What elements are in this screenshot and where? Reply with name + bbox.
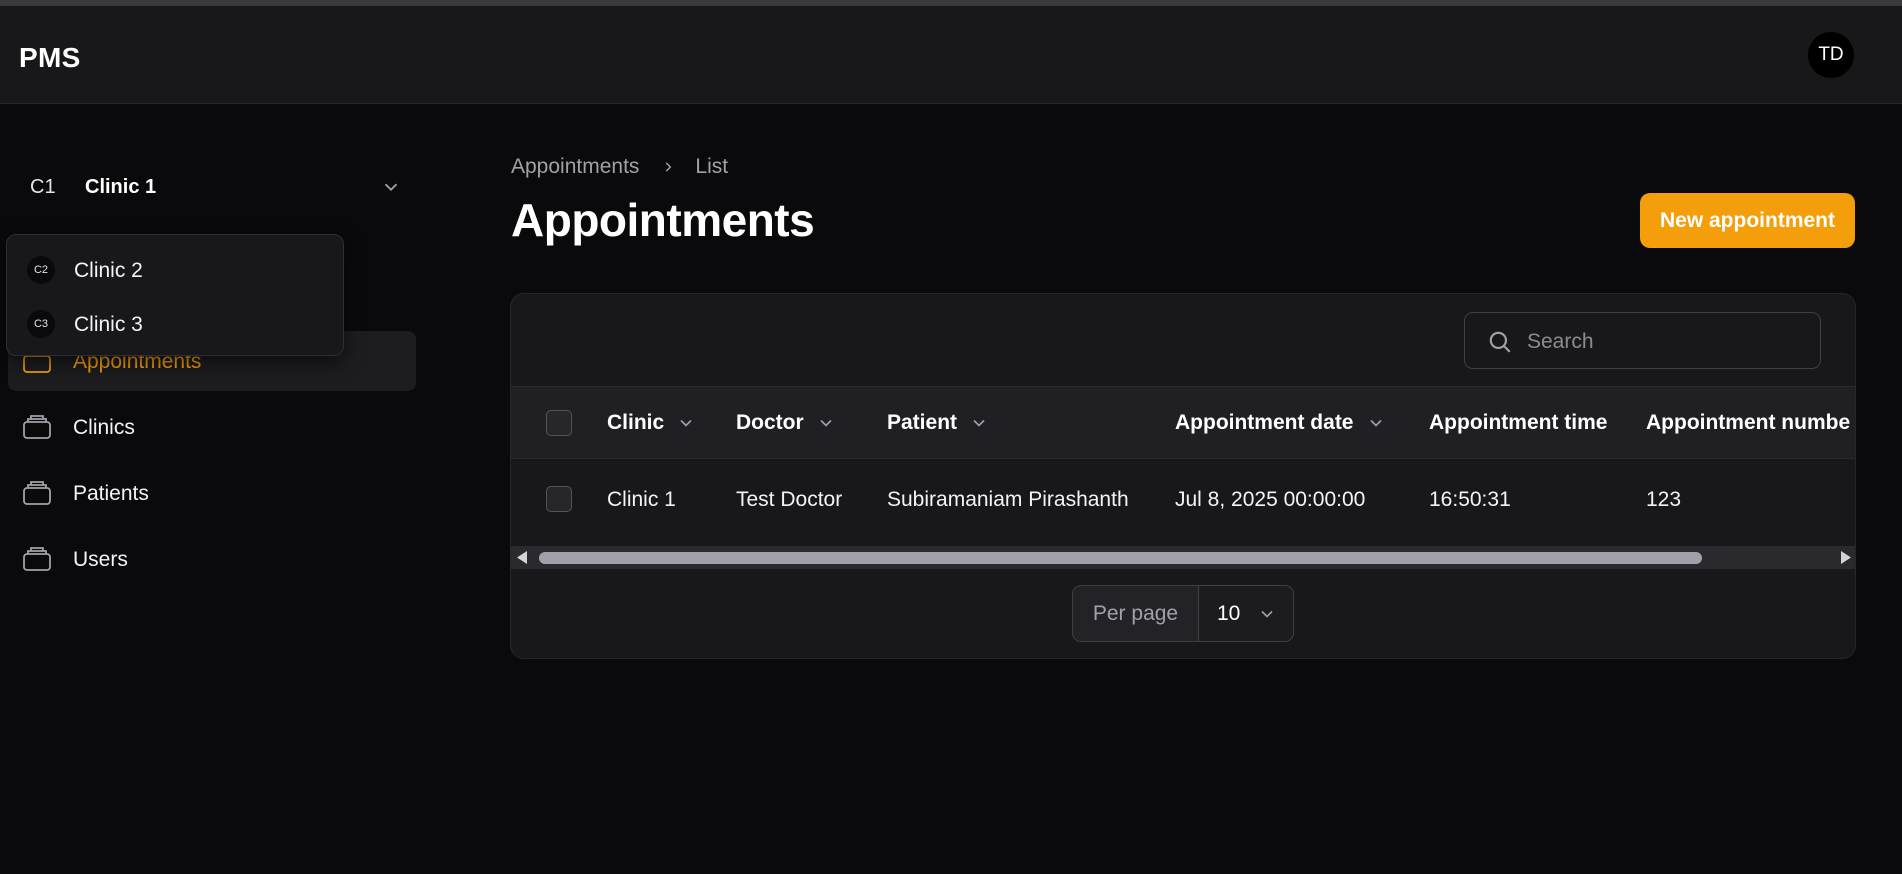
sidebar-item-users[interactable]: Users [8,529,416,589]
chevron-down-icon [680,419,692,427]
tenant-option-label: Clinic 2 [74,259,143,282]
chevron-down-icon [820,419,832,427]
column-label: Appointment date [1175,411,1354,434]
tenant-dropdown-menu: C2 Clinic 2 C3 Clinic 3 [6,234,344,356]
select-all-checkbox[interactable] [546,410,572,436]
per-page-select[interactable]: Per page 10 [1072,585,1294,642]
sidebar-item-patients[interactable]: Patients [8,463,416,523]
top-bar: PMS TD [0,6,1902,104]
tenant-switcher[interactable]: C1 Clinic 1 [30,170,410,204]
sidebar-item-clinics[interactable]: Clinics [8,397,416,457]
table-header: Clinic Doctor Patient Appointment date A… [511,386,1855,459]
chevron-down-icon [384,183,398,192]
cell-appointment-time: 16:50:31 [1429,488,1511,511]
tenant-option-clinic-2[interactable]: C2 Clinic 2 [27,252,327,284]
per-page-label: Per page [1073,586,1199,641]
cell-appointment-number: 123 [1646,488,1682,511]
new-appointment-button[interactable]: New appointment [1640,193,1855,248]
scroll-right-arrow-icon[interactable] [1839,551,1851,564]
row-checkbox[interactable] [546,486,572,512]
cell-appointment-date: Jul 8, 2025 00:00:00 [1175,488,1366,511]
column-header-appointment-number: Appointment numbe [1646,411,1850,435]
column-header-doctor[interactable]: Doctor [736,411,836,435]
tenant-badge: C3 [27,310,55,338]
breadcrumb-parent[interactable]: Appointments [511,155,639,179]
table-row[interactable]: Clinic 1 Test Doctor Subiramaniam Pirash… [511,459,1855,539]
column-header-appointment-time: Appointment time [1429,411,1608,435]
cell-clinic: Clinic 1 [607,488,676,511]
chevron-down-icon [973,419,985,427]
column-label: Appointment numbe [1646,411,1851,434]
per-page-value: 10 [1217,602,1241,625]
rectangle-stack-icon [23,481,51,505]
scroll-left-arrow-icon[interactable] [517,551,529,564]
appointments-table-card: Search Clinic Doctor Patient Appointment… [510,293,1856,659]
column-header-appointment-date[interactable]: Appointment date [1175,411,1386,435]
rectangle-stack-icon [23,547,51,571]
cell-doctor: Test Doctor [736,488,843,511]
scrollbar-thumb[interactable] [539,552,1702,564]
sidebar-nav: Appointments Clinics Patients Users [8,331,416,595]
sidebar-item-label: Patients [73,482,149,505]
column-label: Clinic [607,411,665,434]
user-avatar[interactable]: TD [1808,32,1854,78]
chevron-down-icon [1369,419,1382,427]
tenant-abbr: C1 [30,176,56,198]
sidebar-item-label: Clinics [73,416,135,439]
tenant-name: Clinic 1 [85,176,157,198]
column-label: Doctor [736,411,804,434]
breadcrumb: Appointments List [511,155,728,179]
brand-logo[interactable]: PMS [19,42,81,74]
chevron-down-icon [1261,610,1273,618]
page-title: Appointments [511,194,815,246]
search-placeholder: Search [1527,330,1594,353]
column-label: Patient [887,411,958,434]
search-icon [1489,331,1511,353]
rectangle-stack-icon [23,415,51,439]
sidebar-item-label: Users [73,548,128,571]
column-label: Appointment time [1429,411,1608,434]
breadcrumb-current: List [695,155,729,178]
column-header-clinic[interactable]: Clinic [607,411,696,435]
chevron-right-icon [666,162,672,172]
tenant-badge: C2 [27,256,55,284]
column-header-patient[interactable]: Patient [887,411,989,435]
search-input[interactable]: Search [1464,312,1821,369]
tenant-option-label: Clinic 3 [74,313,143,336]
cell-patient: Subiramaniam Pirashanth [887,488,1129,511]
tenant-option-clinic-3[interactable]: C3 Clinic 3 [27,306,327,338]
horizontal-scrollbar[interactable] [511,546,1855,569]
